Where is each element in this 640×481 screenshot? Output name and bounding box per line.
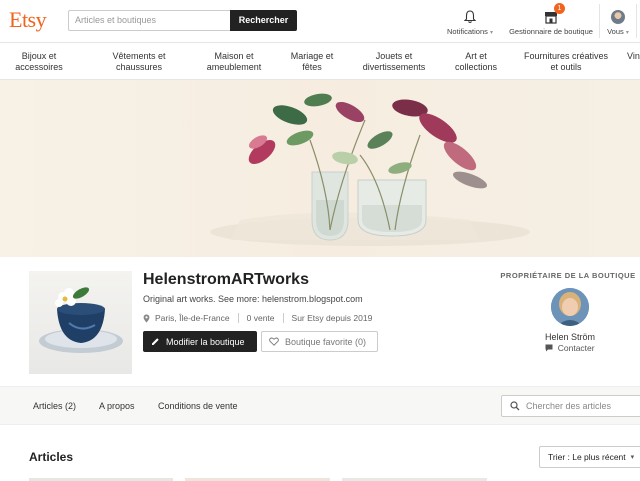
shop-description: Original art works. See more: helenstrom… (143, 294, 363, 304)
owner-photo (551, 288, 589, 326)
heart-icon (269, 337, 279, 346)
avatar (611, 10, 625, 24)
teacup-photo (39, 287, 123, 353)
owner-avatar[interactable] (551, 288, 589, 326)
category-home[interactable]: Maison et ameublement (195, 51, 273, 73)
search-input[interactable]: Articles et boutiques (68, 10, 230, 31)
shop-location: Paris, Île-de-France (155, 313, 230, 323)
shop-banner (0, 80, 640, 257)
favorite-shop-label: Boutique favorite (0) (285, 336, 367, 347)
divider (599, 4, 600, 38)
category-label: fêtes (302, 62, 322, 72)
bell-icon (464, 10, 476, 24)
category-label: Fournitures créatives (523, 51, 609, 61)
category-vintage[interactable]: Vin (627, 51, 640, 62)
contact-label: Contacter (557, 343, 595, 353)
edit-shop-button[interactable]: Modifier la boutique (143, 331, 257, 352)
divider (237, 313, 239, 323)
category-label: ameublement (206, 62, 262, 72)
favorite-shop-button[interactable]: Boutique favorite (0) (261, 331, 378, 352)
contact-owner-link[interactable]: Contacter (496, 343, 640, 353)
chevron-down-icon: ▾ (489, 30, 493, 36)
category-label: divertissements (362, 62, 426, 72)
category-label: Art et (465, 51, 487, 61)
category-art[interactable]: Art et collections (444, 51, 508, 73)
category-label: Bijoux et (21, 51, 57, 61)
sort-dropdown[interactable]: Trier : Le plus récent ▾ (539, 446, 640, 468)
tab-about[interactable]: A propos (99, 401, 135, 411)
category-label: Maison et (214, 51, 254, 61)
shop-since: Sur Etsy depuis 2019 (291, 313, 373, 323)
search-icon (510, 401, 520, 411)
category-label: Jouets et (375, 51, 413, 61)
category-clothing[interactable]: Vêtements et chaussures (100, 51, 178, 73)
category-nav: Bijoux et accessoires Vêtements et chaussu… (0, 42, 640, 80)
item-search-placeholder: Chercher des articles (526, 401, 612, 411)
divider (282, 313, 284, 323)
tab-policies[interactable]: Conditions de vente (158, 401, 238, 411)
owner-name[interactable]: Helen Ström (496, 332, 640, 342)
category-label: accessoires (15, 62, 63, 72)
articles-heading: Articles (29, 450, 74, 464)
etsy-logo[interactable]: Etsy (9, 7, 47, 33)
chevron-down-icon: ▾ (625, 30, 629, 36)
shop-meta: Paris, Île-de-France 0 vente Sur Etsy de… (143, 313, 372, 323)
notifications-label: Notifications (447, 27, 488, 36)
edit-shop-label: Modifier la boutique (166, 336, 245, 347)
shop-manager-menu[interactable]: 1 Gestionnaire de boutique (505, 3, 597, 36)
search-button[interactable]: Rechercher (230, 10, 297, 31)
you-menu[interactable]: Vous ▾ (603, 8, 633, 36)
shop-icon-image[interactable] (29, 271, 132, 374)
notifications-menu[interactable]: Notifications ▾ (440, 8, 500, 36)
message-icon (545, 344, 553, 352)
owner-section-title: PROPRIÉTAIRE DE LA BOUTIQUE (500, 271, 636, 280)
top-header: Etsy Articles et boutiques Rechercher No… (0, 0, 640, 42)
you-label: Vous (607, 27, 624, 36)
tab-articles[interactable]: Articles (2) (33, 401, 76, 411)
category-label: et outils (550, 62, 582, 72)
item-search-input[interactable]: Chercher des articles (501, 395, 640, 417)
category-label: collections (454, 62, 498, 72)
sort-label: Trier : Le plus récent (548, 452, 626, 462)
category-label: chaussures (115, 62, 163, 72)
location-pin-icon (143, 314, 150, 322)
category-label: Vin (627, 51, 640, 61)
shop-manager-label: Gestionnaire de boutique (509, 27, 593, 36)
shop-name: HelenstromARTworks (143, 271, 309, 288)
category-jewelry[interactable]: Bijoux et accessoires (0, 51, 78, 73)
chevron-down-icon: ▾ (630, 454, 635, 461)
pencil-icon (152, 338, 159, 345)
category-label: Vêtements et (112, 51, 166, 61)
divider (636, 4, 637, 38)
category-wedding[interactable]: Mariage et fêtes (278, 51, 346, 73)
shop-sales[interactable]: 0 vente (247, 313, 275, 323)
category-toys[interactable]: Jouets et divertissements (352, 51, 436, 73)
notification-badge: 1 (554, 3, 565, 14)
banner-artwork (210, 93, 530, 246)
category-label: Mariage et (290, 51, 334, 61)
category-supplies[interactable]: Fournitures créatives et outils (516, 51, 616, 73)
